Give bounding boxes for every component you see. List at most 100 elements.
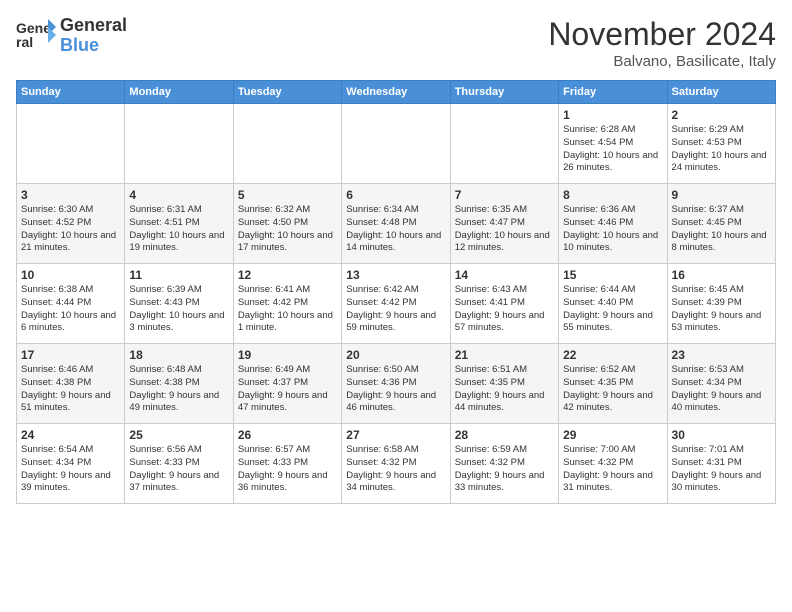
day-number: 12 — [238, 268, 337, 282]
calendar-cell: 23 Sunrise: 6:53 AM Sunset: 4:34 PM Dayli… — [667, 344, 775, 424]
calendar-cell: 29 Sunrise: 7:00 AM Sunset: 4:32 PM Dayli… — [559, 424, 667, 504]
day-number: 20 — [346, 348, 445, 362]
weekday-header: Monday — [125, 81, 233, 104]
day-number: 30 — [672, 428, 771, 442]
day-number: 26 — [238, 428, 337, 442]
calendar-cell: 9 Sunrise: 6:37 AM Sunset: 4:45 PM Daylig… — [667, 184, 775, 264]
svg-text:ral: ral — [16, 34, 33, 50]
calendar-cell: 7 Sunrise: 6:35 AM Sunset: 4:47 PM Daylig… — [450, 184, 558, 264]
calendar-cell: 16 Sunrise: 6:45 AM Sunset: 4:39 PM Dayli… — [667, 264, 775, 344]
calendar-cell: 20 Sunrise: 6:50 AM Sunset: 4:36 PM Dayli… — [342, 344, 450, 424]
calendar-cell: 11 Sunrise: 6:39 AM Sunset: 4:43 PM Dayli… — [125, 264, 233, 344]
day-info: Sunrise: 6:46 AM Sunset: 4:38 PM Dayligh… — [21, 364, 120, 415]
calendar-cell: 2 Sunrise: 6:29 AM Sunset: 4:53 PM Daylig… — [667, 104, 775, 184]
day-number: 8 — [563, 188, 662, 202]
logo: Gene ral General Blue — [16, 16, 127, 56]
day-number: 2 — [672, 108, 771, 122]
day-info: Sunrise: 6:35 AM Sunset: 4:47 PM Dayligh… — [455, 204, 554, 255]
day-info: Sunrise: 6:45 AM Sunset: 4:39 PM Dayligh… — [672, 284, 771, 335]
day-info: Sunrise: 6:54 AM Sunset: 4:34 PM Dayligh… — [21, 444, 120, 495]
calendar-cell: 21 Sunrise: 6:51 AM Sunset: 4:35 PM Dayli… — [450, 344, 558, 424]
day-number: 22 — [563, 348, 662, 362]
calendar-cell: 19 Sunrise: 6:49 AM Sunset: 4:37 PM Dayli… — [233, 344, 341, 424]
day-number: 24 — [21, 428, 120, 442]
day-info: Sunrise: 6:37 AM Sunset: 4:45 PM Dayligh… — [672, 204, 771, 255]
day-info: Sunrise: 6:29 AM Sunset: 4:53 PM Dayligh… — [672, 124, 771, 175]
weekday-header: Tuesday — [233, 81, 341, 104]
day-number: 6 — [346, 188, 445, 202]
day-info: Sunrise: 6:31 AM Sunset: 4:51 PM Dayligh… — [129, 204, 228, 255]
day-number: 11 — [129, 268, 228, 282]
day-number: 16 — [672, 268, 771, 282]
logo-line2: Blue — [60, 36, 127, 56]
day-number: 18 — [129, 348, 228, 362]
calendar-cell: 4Sunrise: 6:31 AM Sunset: 4:51 PM Daylig… — [125, 184, 233, 264]
day-number: 25 — [129, 428, 228, 442]
day-info: Sunrise: 6:49 AM Sunset: 4:37 PM Dayligh… — [238, 364, 337, 415]
calendar-cell: 8 Sunrise: 6:36 AM Sunset: 4:46 PM Daylig… — [559, 184, 667, 264]
calendar-cell — [17, 104, 125, 184]
day-number: 21 — [455, 348, 554, 362]
day-info: Sunrise: 6:32 AM Sunset: 4:50 PM Dayligh… — [238, 204, 337, 255]
calendar-cell — [342, 104, 450, 184]
weekday-header: Sunday — [17, 81, 125, 104]
calendar-cell — [450, 104, 558, 184]
calendar-cell — [125, 104, 233, 184]
day-number: 23 — [672, 348, 771, 362]
calendar-cell: 26 Sunrise: 6:57 AM Sunset: 4:33 PM Dayli… — [233, 424, 341, 504]
day-info: Sunrise: 6:41 AM Sunset: 4:42 PM Dayligh… — [238, 284, 337, 335]
calendar-cell: 13Sunrise: 6:42 AM Sunset: 4:42 PM Dayli… — [342, 264, 450, 344]
day-info: Sunrise: 6:44 AM Sunset: 4:40 PM Dayligh… — [563, 284, 662, 335]
calendar-week-row: 24 Sunrise: 6:54 AM Sunset: 4:34 PM Dayli… — [17, 424, 776, 504]
calendar-cell: 24 Sunrise: 6:54 AM Sunset: 4:34 PM Dayli… — [17, 424, 125, 504]
day-number: 14 — [455, 268, 554, 282]
day-info: Sunrise: 6:59 AM Sunset: 4:32 PM Dayligh… — [455, 444, 554, 495]
month-title: November 2024 — [548, 16, 776, 53]
calendar-week-row: 3 Sunrise: 6:30 AM Sunset: 4:52 PM Daylig… — [17, 184, 776, 264]
day-number: 5 — [238, 188, 337, 202]
day-number: 28 — [455, 428, 554, 442]
calendar-cell: 27Sunrise: 6:58 AM Sunset: 4:32 PM Dayli… — [342, 424, 450, 504]
day-info: Sunrise: 6:28 AM Sunset: 4:54 PM Dayligh… — [563, 124, 662, 175]
day-info: Sunrise: 6:57 AM Sunset: 4:33 PM Dayligh… — [238, 444, 337, 495]
day-info: Sunrise: 7:00 AM Sunset: 4:32 PM Dayligh… — [563, 444, 662, 495]
day-info: Sunrise: 6:53 AM Sunset: 4:34 PM Dayligh… — [672, 364, 771, 415]
day-number: 13 — [346, 268, 445, 282]
weekday-header: Friday — [559, 81, 667, 104]
day-number: 19 — [238, 348, 337, 362]
weekday-header: Thursday — [450, 81, 558, 104]
calendar-cell: 3 Sunrise: 6:30 AM Sunset: 4:52 PM Daylig… — [17, 184, 125, 264]
calendar-cell: 12 Sunrise: 6:41 AM Sunset: 4:42 PM Dayli… — [233, 264, 341, 344]
day-info: Sunrise: 6:36 AM Sunset: 4:46 PM Dayligh… — [563, 204, 662, 255]
logo-svg: Gene ral — [16, 17, 56, 55]
day-number: 9 — [672, 188, 771, 202]
day-info: Sunrise: 6:51 AM Sunset: 4:35 PM Dayligh… — [455, 364, 554, 415]
weekday-header: Wednesday — [342, 81, 450, 104]
day-info: Sunrise: 7:01 AM Sunset: 4:31 PM Dayligh… — [672, 444, 771, 495]
calendar-header-row: SundayMondayTuesdayWednesdayThursdayFrid… — [17, 81, 776, 104]
calendar-cell: 6Sunrise: 6:34 AM Sunset: 4:48 PM Daylig… — [342, 184, 450, 264]
day-number: 3 — [21, 188, 120, 202]
day-info: Sunrise: 6:43 AM Sunset: 4:41 PM Dayligh… — [455, 284, 554, 335]
day-number: 29 — [563, 428, 662, 442]
calendar-cell: 5 Sunrise: 6:32 AM Sunset: 4:50 PM Daylig… — [233, 184, 341, 264]
calendar-cell: 17 Sunrise: 6:46 AM Sunset: 4:38 PM Dayli… — [17, 344, 125, 424]
calendar-week-row: 1Sunrise: 6:28 AM Sunset: 4:54 PM Daylig… — [17, 104, 776, 184]
day-info: Sunrise: 6:50 AM Sunset: 4:36 PM Dayligh… — [346, 364, 445, 415]
calendar-week-row: 10Sunrise: 6:38 AM Sunset: 4:44 PM Dayli… — [17, 264, 776, 344]
day-number: 27 — [346, 428, 445, 442]
title-block: November 2024 Balvano, Basilicate, Italy — [548, 16, 776, 70]
calendar-cell: 10Sunrise: 6:38 AM Sunset: 4:44 PM Dayli… — [17, 264, 125, 344]
day-number: 7 — [455, 188, 554, 202]
logo-line1: General — [60, 16, 127, 36]
day-info: Sunrise: 6:39 AM Sunset: 4:43 PM Dayligh… — [129, 284, 228, 335]
day-info: Sunrise: 6:30 AM Sunset: 4:52 PM Dayligh… — [21, 204, 120, 255]
calendar-cell: 1Sunrise: 6:28 AM Sunset: 4:54 PM Daylig… — [559, 104, 667, 184]
day-number: 10 — [21, 268, 120, 282]
day-info: Sunrise: 6:56 AM Sunset: 4:33 PM Dayligh… — [129, 444, 228, 495]
calendar-cell: 18Sunrise: 6:48 AM Sunset: 4:38 PM Dayli… — [125, 344, 233, 424]
day-info: Sunrise: 6:52 AM Sunset: 4:35 PM Dayligh… — [563, 364, 662, 415]
calendar-cell: 25 Sunrise: 6:56 AM Sunset: 4:33 PM Dayli… — [125, 424, 233, 504]
location: Balvano, Basilicate, Italy — [548, 53, 776, 70]
day-number: 17 — [21, 348, 120, 362]
